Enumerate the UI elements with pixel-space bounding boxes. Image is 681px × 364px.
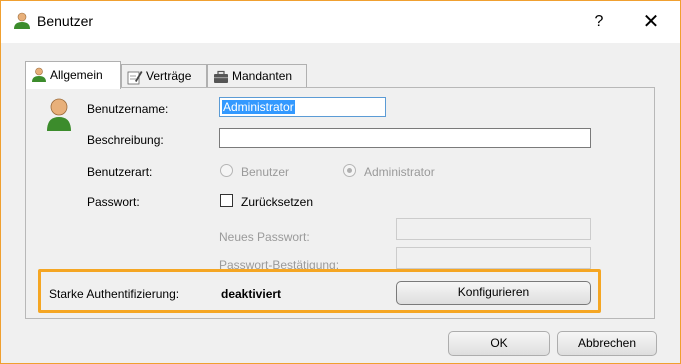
- avatar: [45, 97, 73, 133]
- strong-auth-status: deaktiviert: [221, 287, 282, 301]
- tab-allgemein[interactable]: Allgemein: [25, 61, 121, 89]
- radio-benutzer-label: Benutzer: [241, 165, 290, 179]
- reset-password-checkbox[interactable]: [220, 194, 233, 207]
- radio-benutzer[interactable]: [220, 164, 233, 177]
- new-password-input[interactable]: [396, 218, 591, 240]
- usertype-label: Benutzerart:: [87, 165, 153, 179]
- radio-dot: [347, 168, 352, 173]
- window-title: Benutzer: [37, 13, 94, 29]
- username-label: Benutzername:: [87, 102, 169, 116]
- briefcase-icon: [213, 69, 229, 85]
- tab-label: Verträge: [146, 69, 192, 83]
- tab-mandanten[interactable]: Mandanten: [207, 64, 307, 87]
- user-dialog: Benutzer ? ✕ Allgemein Verträge Mandante…: [0, 0, 681, 364]
- user-icon: [31, 67, 47, 83]
- tab-label: Allgemein: [50, 68, 103, 82]
- new-password-label: Neues Passwort:: [219, 230, 310, 244]
- radio-administrator[interactable]: [343, 164, 356, 177]
- tab-label: Mandanten: [232, 69, 293, 83]
- username-value: Administrator: [222, 100, 295, 114]
- description-input[interactable]: [219, 128, 591, 148]
- user-icon: [13, 12, 31, 30]
- cancel-button[interactable]: Abbrechen: [557, 331, 657, 356]
- help-button[interactable]: ?: [579, 7, 619, 37]
- configure-button[interactable]: Konfigurieren: [396, 281, 591, 305]
- confirm-password-input[interactable]: [396, 247, 591, 269]
- description-label: Beschreibung:: [87, 133, 164, 147]
- password-label: Passwort:: [87, 195, 140, 209]
- radio-administrator-label: Administrator: [364, 165, 435, 179]
- title-bar: Benutzer ? ✕: [1, 1, 680, 43]
- contract-pen-icon: [127, 69, 143, 85]
- username-input[interactable]: Administrator: [219, 97, 386, 117]
- reset-password-label: Zurücksetzen: [241, 195, 314, 209]
- ok-button[interactable]: OK: [448, 331, 550, 356]
- strong-auth-label: Starke Authentifizierung:: [49, 287, 180, 301]
- tab-vertraege[interactable]: Verträge: [121, 64, 207, 87]
- close-button[interactable]: ✕: [631, 7, 671, 37]
